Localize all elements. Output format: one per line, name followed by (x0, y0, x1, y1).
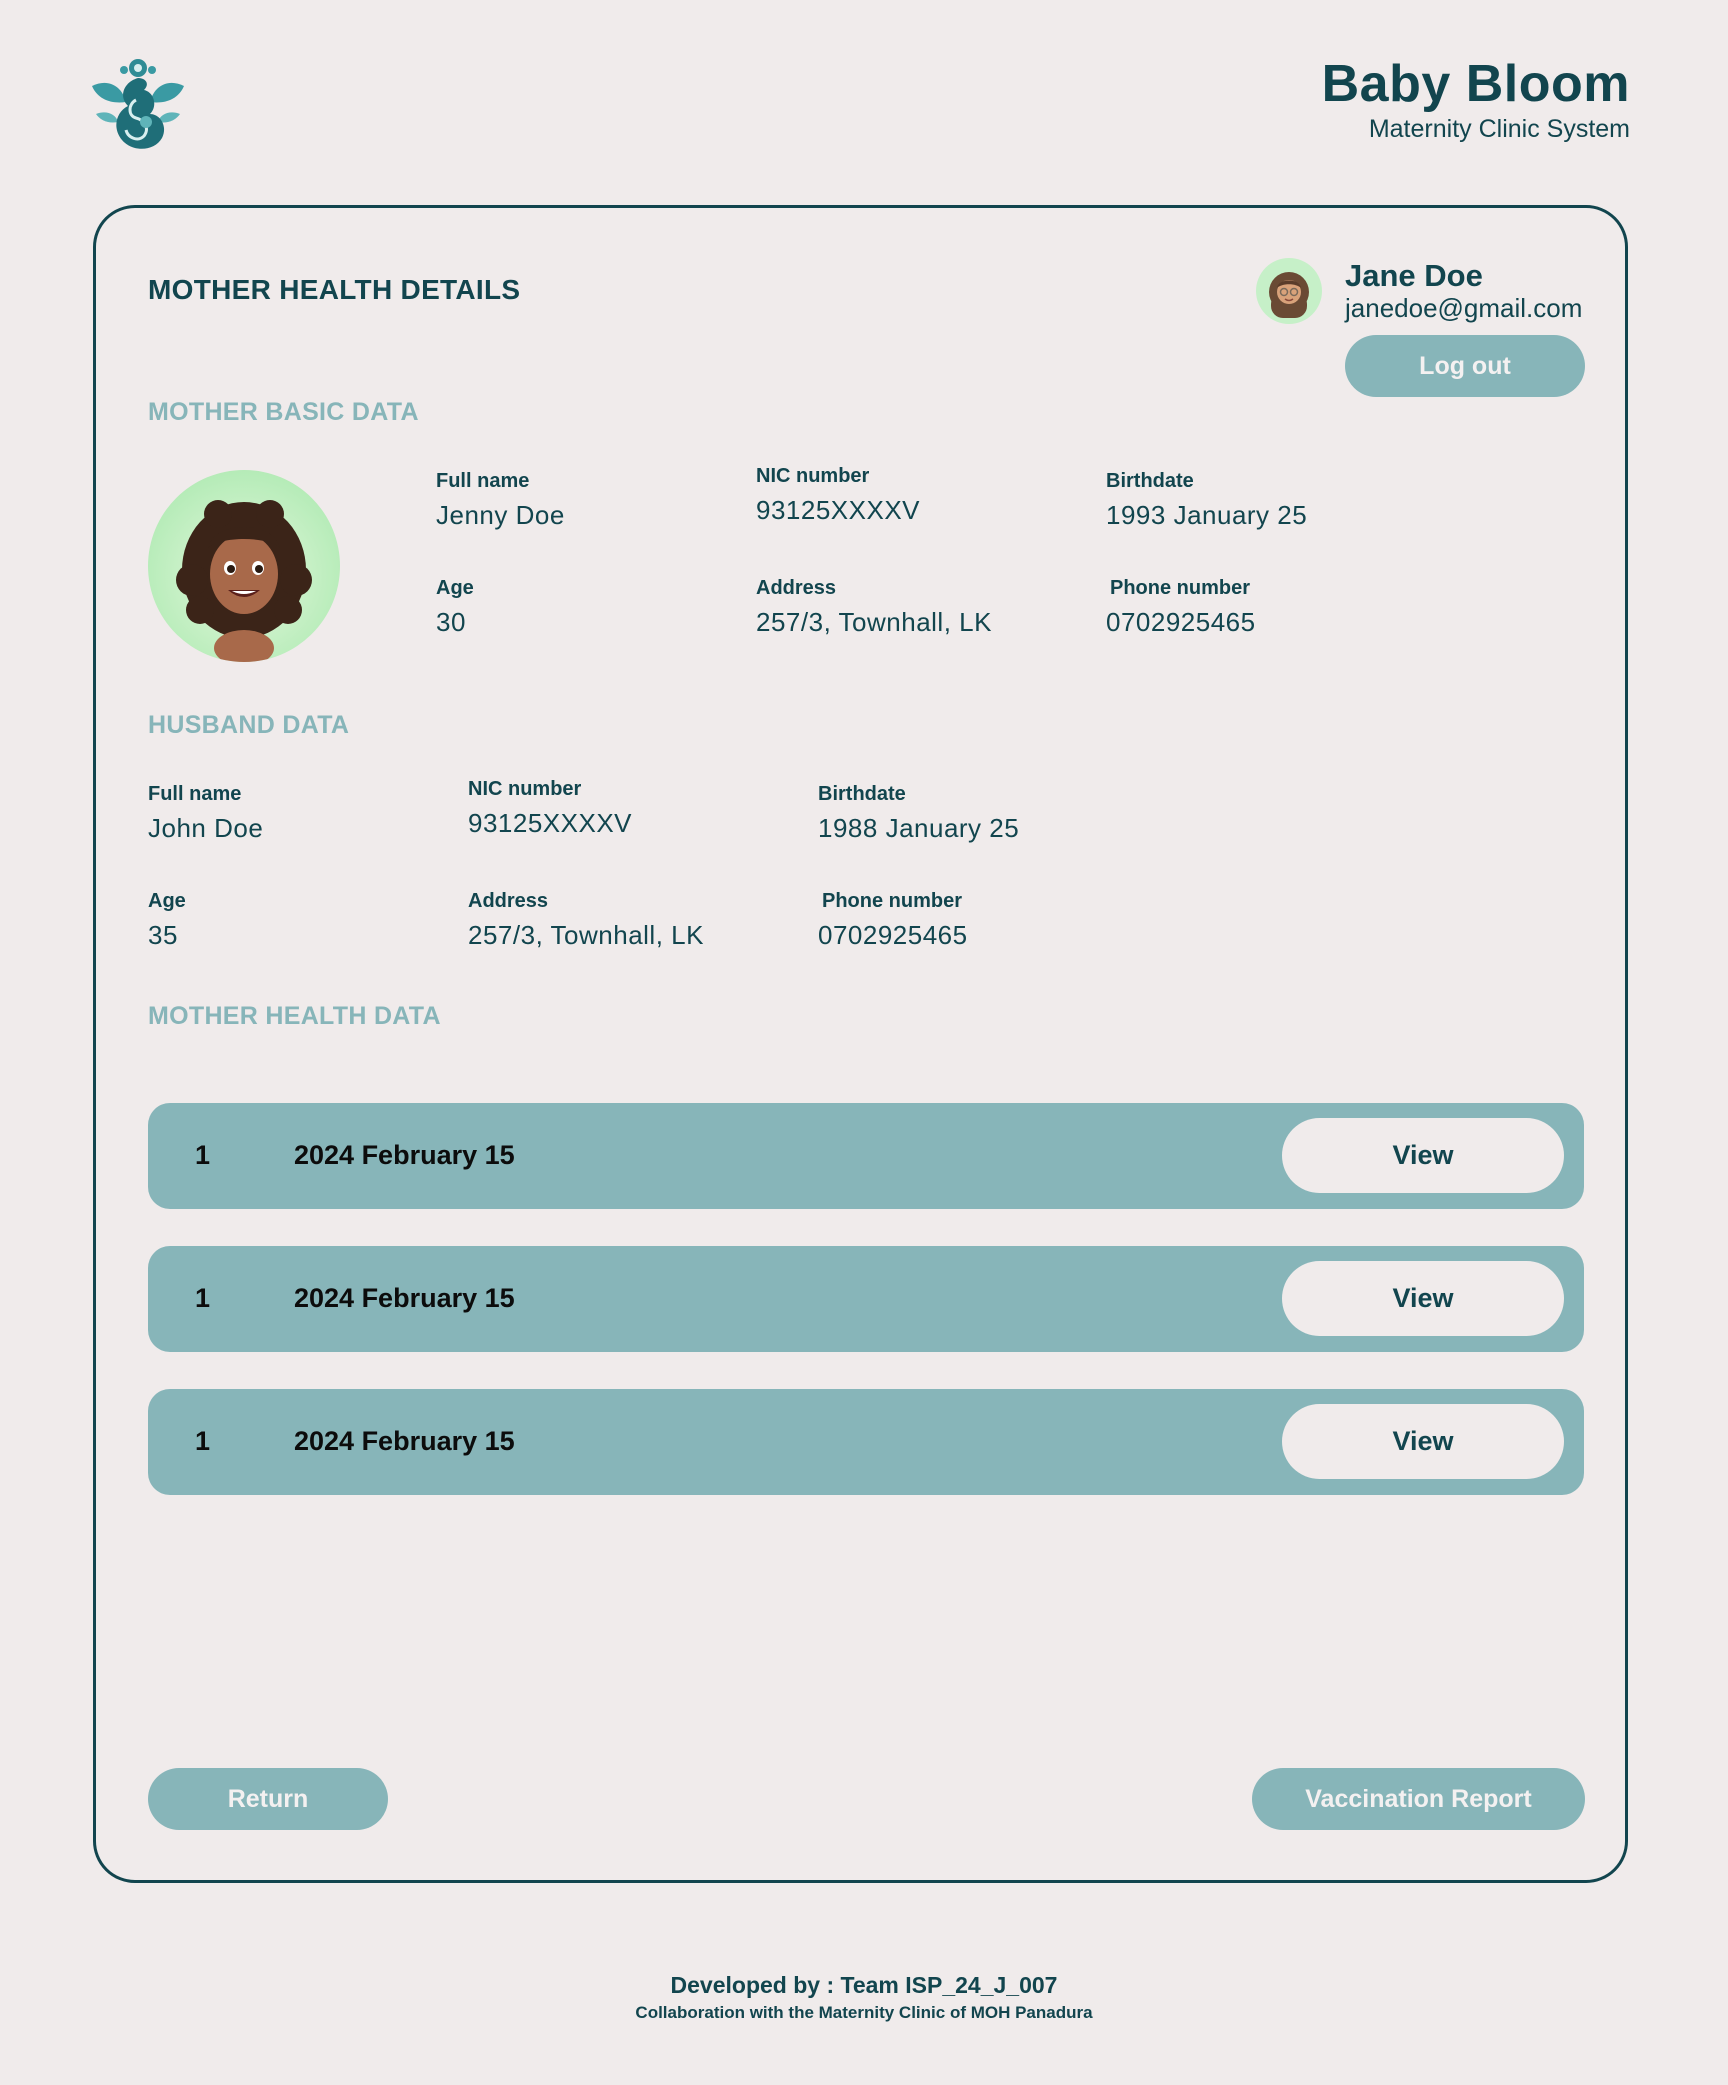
mother-nic-value: 93125XXXXV (756, 495, 921, 525)
mother-address-label: Address (756, 577, 837, 599)
logout-button[interactable]: Log out (1345, 335, 1585, 397)
record-number: 1 (195, 1426, 211, 1456)
record-date: 2024 February 15 (294, 1140, 515, 1170)
brand-subtitle: Maternity Clinic System (1368, 115, 1630, 144)
husband-fullname-label: Full name (148, 783, 242, 805)
husband-birthdate-label: Birthdate (818, 783, 906, 805)
husband-address-label: Address (468, 890, 549, 912)
mother-avatar-icon (148, 470, 340, 662)
mother-phone-label: Phone number (1110, 577, 1251, 599)
user-name: Jane Doe (1345, 258, 1483, 293)
record-number: 1 (195, 1140, 211, 1170)
husband-address-value: 257/3, Townhall, LK (468, 920, 704, 950)
brand-header: Baby Bloom Maternity Clinic System (1321, 55, 1630, 144)
health-record-row: 1 2024 February 15 View (148, 1103, 1584, 1209)
user-email: janedoe@gmail.com (1345, 293, 1583, 323)
vaccination-report-button[interactable]: Vaccination Report (1252, 1768, 1585, 1830)
husband-age-label: Age (148, 890, 186, 912)
husband-phone-label: Phone number (822, 890, 963, 912)
husband-birthdate-value: 1988 January 25 (818, 813, 1020, 843)
mother-birthdate-label: Birthdate (1106, 470, 1194, 492)
page-title: MOTHER HEALTH DETAILS (148, 274, 521, 305)
baby-bloom-logo-icon (88, 56, 188, 154)
health-record-row: 1 2024 February 15 View (148, 1246, 1584, 1352)
husband-section-title: HUSBAND DATA (148, 711, 350, 739)
view-record-button[interactable]: View (1282, 1118, 1564, 1193)
brand-title: Baby Bloom (1321, 55, 1630, 113)
user-avatar-icon[interactable] (1256, 258, 1322, 324)
mother-address-value: 257/3, Townhall, LK (756, 607, 992, 637)
mother-fullname-value: Jenny Doe (436, 500, 565, 530)
mother-basic-section-title: MOTHER BASIC DATA (148, 398, 419, 426)
record-date: 2024 February 15 (294, 1426, 515, 1456)
mother-age-label: Age (436, 577, 474, 599)
footer-collaboration: Collaboration with the Maternity Clinic … (635, 2003, 1093, 2022)
mother-nic-label: NIC number (756, 465, 870, 487)
view-record-button[interactable]: View (1282, 1261, 1564, 1336)
record-number: 1 (195, 1283, 211, 1313)
health-section-title: MOTHER HEALTH DATA (148, 1002, 441, 1030)
footer-developed-by: Developed by : Team ISP_24_J_007 (670, 1972, 1058, 1998)
husband-age-value: 35 (148, 920, 178, 950)
husband-fullname-value: John Doe (148, 813, 264, 843)
mother-phone-value: 0702925465 (1106, 607, 1256, 637)
husband-nic-value: 93125XXXXV (468, 808, 633, 838)
husband-nic-label: NIC number (468, 778, 582, 800)
return-button[interactable]: Return (148, 1768, 388, 1830)
mother-age-value: 30 (436, 607, 466, 637)
mother-fullname-label: Full name (436, 470, 530, 492)
mother-birthdate-value: 1993 January 25 (1106, 500, 1308, 530)
mother-health-card: MOTHER HEALTH DETAILS Jane Doe janedoe@g… (93, 205, 1628, 1883)
view-record-button[interactable]: View (1282, 1404, 1564, 1479)
record-date: 2024 February 15 (294, 1283, 515, 1313)
health-record-row: 1 2024 February 15 View (148, 1389, 1584, 1495)
husband-phone-value: 0702925465 (818, 920, 968, 950)
